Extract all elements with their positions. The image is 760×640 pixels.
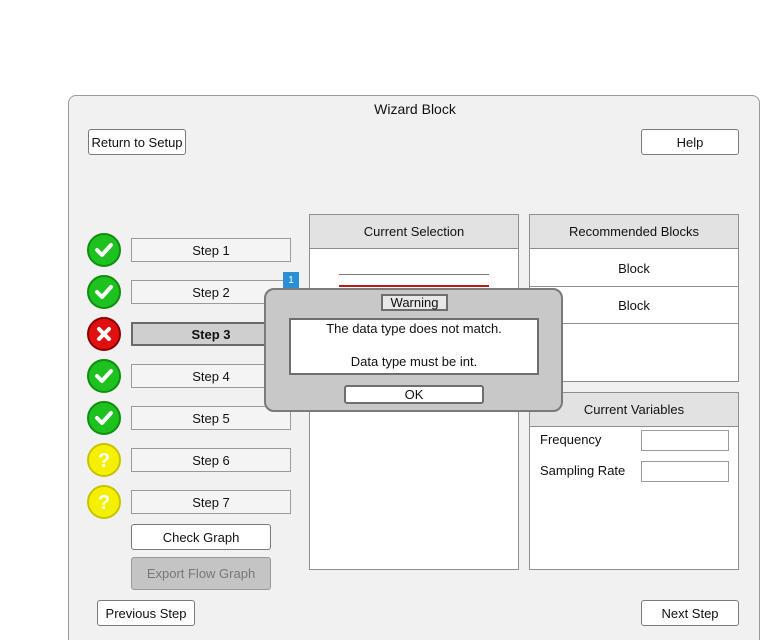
return-to-setup-button[interactable]: Return to Setup: [88, 129, 186, 155]
selection-divider: [339, 274, 489, 275]
recommended-block-item[interactable]: Block: [530, 250, 738, 287]
step-4-check-icon: [87, 359, 121, 393]
step-7-button[interactable]: Step 7: [131, 490, 291, 514]
sampling-rate-input[interactable]: [641, 461, 729, 482]
previous-step-button[interactable]: Previous Step: [97, 600, 195, 626]
help-button[interactable]: Help: [641, 129, 739, 155]
step-6-question-icon: ?: [87, 443, 121, 477]
step-5-check-icon: [87, 401, 121, 435]
current-selection-header: Current Selection: [310, 215, 518, 249]
current-variables-panel: Current Variables Frequency Sampling Rat…: [529, 392, 739, 570]
step-7-question-icon: ?: [87, 485, 121, 519]
dialog-message: The data type does not match. Data type …: [289, 318, 539, 375]
dialog-ok-button[interactable]: OK: [344, 385, 484, 404]
selection-highlight-line: [339, 285, 489, 287]
dialog-title: Warning: [381, 294, 448, 311]
next-step-button[interactable]: Next Step: [641, 600, 739, 626]
step-1-check-icon: [87, 233, 121, 267]
window-title: Wizard Block: [374, 101, 456, 117]
warning-dialog: Warning The data type does not match. Da…: [264, 288, 563, 412]
frequency-input[interactable]: [641, 430, 729, 451]
dialog-message-line-2: Data type must be int.: [350, 354, 478, 369]
selection-count-badge: 1: [283, 272, 299, 288]
recommended-blocks-header: Recommended Blocks: [530, 215, 738, 249]
step-1-button[interactable]: Step 1: [131, 238, 291, 262]
svg-text:?: ?: [98, 450, 110, 471]
step-6-button[interactable]: Step 6: [131, 448, 291, 472]
step-3-x-icon: [87, 317, 121, 351]
step-2-check-icon: [87, 275, 121, 309]
export-flow-graph-button[interactable]: Export Flow Graph: [131, 557, 271, 590]
sampling-rate-label: Sampling Rate: [540, 463, 626, 478]
frequency-label: Frequency: [540, 432, 602, 447]
svg-text:?: ?: [98, 492, 110, 513]
dialog-message-line-1: The data type does not match.: [326, 321, 502, 336]
check-graph-button[interactable]: Check Graph: [131, 524, 271, 550]
